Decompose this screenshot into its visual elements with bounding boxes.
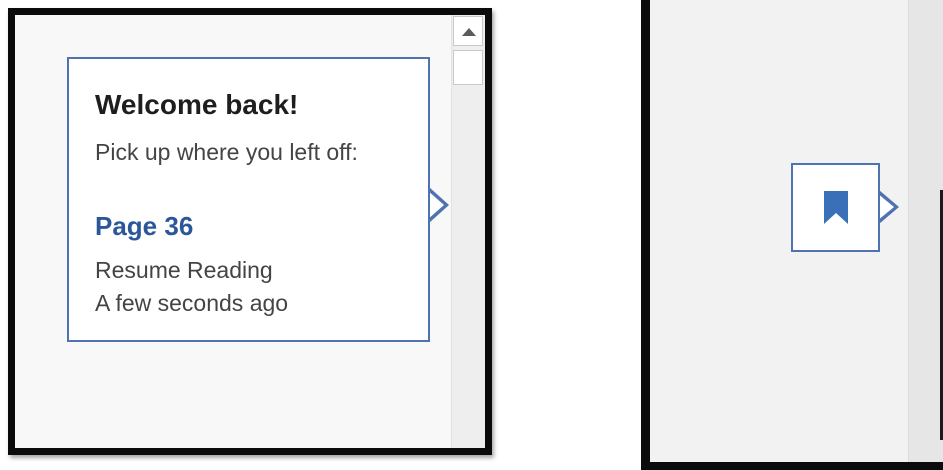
scrollbar-thumb[interactable] bbox=[453, 50, 483, 85]
resume-reading-callout[interactable]: Welcome back! Pick up where you left off… bbox=[67, 57, 430, 342]
callout-title: Welcome back! bbox=[95, 89, 299, 120]
bookmark-icon bbox=[824, 191, 848, 224]
document-view-collapsed bbox=[641, 0, 943, 470]
resume-bookmark-button[interactable] bbox=[791, 163, 880, 252]
last-read-timestamp: A few seconds ago bbox=[95, 290, 289, 316]
right-scrollbar-track[interactable] bbox=[908, 0, 943, 462]
scroll-up-button[interactable] bbox=[453, 16, 483, 46]
scroll-up-arrow-icon bbox=[462, 28, 476, 36]
vertical-scrollbar[interactable] bbox=[451, 15, 485, 448]
screenshot-stage: Welcome back! Pick up where you left off… bbox=[0, 0, 943, 470]
document-view-with-resume-callout: Welcome back! Pick up where you left off… bbox=[8, 8, 492, 455]
resume-page-link[interactable]: Page 36 bbox=[95, 211, 193, 242]
callout-subtitle: Pick up where you left off: bbox=[95, 139, 358, 165]
resume-reading-label[interactable]: Resume Reading bbox=[95, 257, 273, 284]
